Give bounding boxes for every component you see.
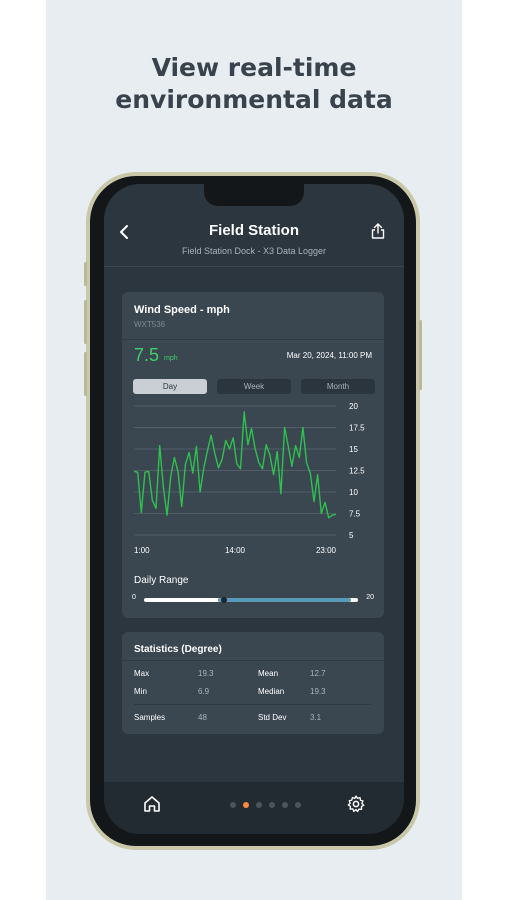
period-tabs: Day Week Month	[133, 379, 375, 394]
tab-month[interactable]: Month	[301, 379, 375, 394]
stat-mean-value: 12.7	[310, 669, 326, 678]
stat-stddev-value: 3.1	[310, 713, 322, 722]
app-screen: Field Station Field Station Dock - X3 Da…	[104, 184, 404, 834]
stat-median-value: 19.3	[310, 687, 326, 696]
range-fill	[217, 598, 351, 602]
phone-side-button	[84, 300, 87, 344]
stat-min-label: Min	[134, 687, 147, 696]
stat-min-value: 6.9	[198, 687, 210, 696]
page-dot[interactable]	[269, 802, 275, 808]
phone-side-button	[84, 352, 87, 396]
y-tick-label: 5	[349, 531, 354, 540]
sensor-title: Wind Speed - mph	[134, 304, 230, 316]
page-dot[interactable]	[230, 802, 236, 808]
stat-median-label: Median	[258, 687, 285, 696]
stat-samples-label: Samples	[134, 713, 166, 722]
stat-max-value: 19.3	[198, 669, 214, 678]
phone-side-button	[419, 320, 422, 390]
stat-samples-value: 48	[198, 713, 207, 722]
page-dot[interactable]	[243, 802, 249, 808]
daily-range-title: Daily Range	[134, 575, 189, 586]
y-tick-label: 12.5	[349, 467, 365, 476]
statistics-divider	[122, 660, 384, 661]
x-tick-label: 14:00	[225, 546, 246, 555]
page-subtitle: Field Station Dock - X3 Data Logger	[181, 246, 327, 256]
range-max-label: 20	[366, 594, 374, 601]
tab-week[interactable]: Week	[217, 379, 291, 394]
header-divider	[104, 266, 404, 267]
current-timestamp: Mar 20, 2024, 11:00 PM	[286, 351, 372, 360]
range-track	[144, 597, 358, 603]
y-tick-label: 10	[349, 488, 358, 497]
sensor-card: Wind Speed - mph WXT536 7.5 mph Mar 20, …	[122, 292, 384, 618]
page-indicator	[230, 802, 306, 808]
page-title: Field Station	[209, 222, 299, 239]
y-tick-label: 20	[349, 402, 358, 411]
gear-icon[interactable]	[346, 794, 366, 814]
stat-mean-label: Mean	[258, 669, 279, 678]
wind-speed-chart: 20 17.5 15 12.5 10 7.5 5 1:00 14:00 23:00	[133, 402, 365, 555]
phone-notch	[204, 184, 304, 206]
share-icon[interactable]	[370, 222, 386, 240]
x-tick-label: 1:00	[134, 546, 150, 555]
current-unit: mph	[164, 355, 178, 362]
y-tick-label: 15	[349, 445, 358, 454]
stat-stddev-label: Std Dev	[258, 713, 287, 722]
statistics-row-divider	[134, 704, 372, 705]
range-current-marker	[221, 597, 228, 603]
page-dot[interactable]	[256, 802, 262, 808]
promo-heading: View real-time environmental data	[46, 52, 462, 116]
home-icon[interactable]	[142, 794, 162, 814]
promo-line-2: environmental data	[115, 85, 393, 114]
current-value: 7.5	[134, 345, 160, 365]
statistics-title: Statistics (Degree)	[134, 644, 222, 655]
bottom-nav	[104, 782, 404, 834]
range-min-label: 0	[132, 594, 136, 601]
stat-max-label: Max	[134, 669, 150, 678]
promo-line-1: View real-time	[151, 53, 357, 82]
phone-side-button	[84, 262, 87, 286]
page-dot[interactable]	[295, 802, 301, 808]
x-tick-label: 23:00	[316, 546, 337, 555]
sensor-id: WXT536	[134, 320, 166, 329]
y-tick-label: 7.5	[349, 510, 361, 519]
tab-day[interactable]: Day	[133, 379, 207, 394]
card-divider	[122, 339, 384, 340]
y-tick-label: 17.5	[349, 424, 365, 433]
page-dot[interactable]	[282, 802, 288, 808]
statistics-card: Statistics (Degree) Max 19.3 Mean 12.7 M…	[122, 632, 384, 734]
